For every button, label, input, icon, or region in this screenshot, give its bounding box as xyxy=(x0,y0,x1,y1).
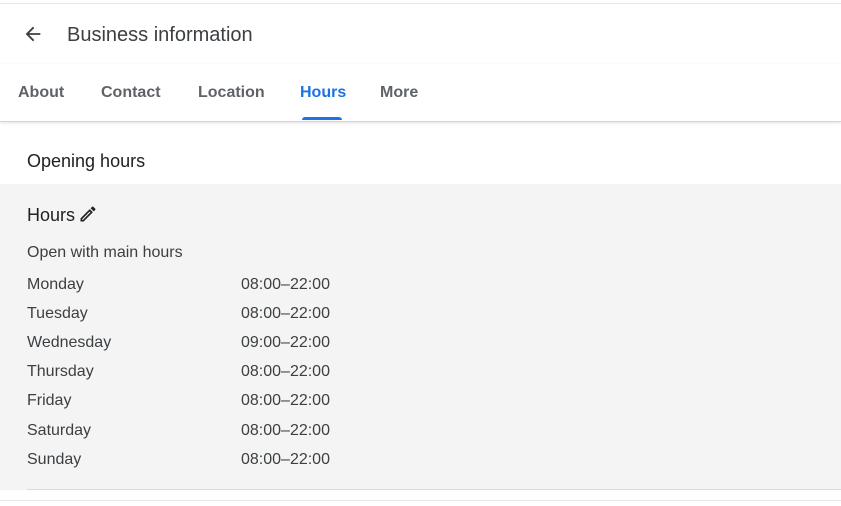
day-hours: 08:00–22:00 xyxy=(241,422,330,439)
section-title: Opening hours xyxy=(27,151,146,171)
day-name: Friday xyxy=(27,392,72,409)
day-name: Monday xyxy=(27,276,84,293)
day-name: Sunday xyxy=(27,451,82,468)
business-information-page: Business information About Contact Locat… xyxy=(0,0,841,506)
day-hours: 08:00–22:00 xyxy=(241,363,330,380)
tab-hours[interactable]: Hours xyxy=(300,83,346,103)
card-divider xyxy=(27,489,841,490)
back-button[interactable] xyxy=(16,17,50,51)
day-hours: 08:00–22:00 xyxy=(241,392,330,409)
tab-more[interactable]: More xyxy=(380,83,418,103)
day-name: Wednesday xyxy=(27,334,112,351)
day-name: Thursday xyxy=(27,363,94,380)
hours-row-sunday: Sunday 08:00–22:00 xyxy=(27,450,427,470)
tab-about[interactable]: About xyxy=(18,83,64,103)
active-tab-indicator xyxy=(302,117,342,120)
tab-location[interactable]: Location xyxy=(198,83,265,103)
page-title: Business information xyxy=(67,24,253,46)
pencil-icon xyxy=(80,206,96,222)
tab-contact[interactable]: Contact xyxy=(101,83,161,103)
hours-row-friday: Friday 08:00–22:00 xyxy=(27,391,427,411)
day-name: Saturday xyxy=(27,422,92,439)
hours-row-thursday: Thursday 08:00–22:00 xyxy=(27,362,427,382)
bottom-divider xyxy=(0,500,841,501)
hours-row-wednesday: Wednesday 09:00–22:00 xyxy=(27,333,427,353)
arrow-back-icon xyxy=(25,26,41,42)
hours-heading: Hours xyxy=(27,205,76,225)
day-hours: 08:00–22:00 xyxy=(241,276,330,293)
hours-row-monday: Monday 08:00–22:00 xyxy=(27,275,427,295)
hours-row-tuesday: Tuesday 08:00–22:00 xyxy=(27,304,427,324)
day-hours: 08:00–22:00 xyxy=(241,305,330,322)
header: Business information xyxy=(0,4,841,64)
hours-subtitle: Open with main hours xyxy=(27,244,183,261)
edit-hours-button[interactable] xyxy=(78,204,98,224)
day-name: Tuesday xyxy=(27,305,88,322)
day-hours: 08:00–22:00 xyxy=(241,451,330,468)
day-hours: 09:00–22:00 xyxy=(241,334,330,351)
tab-bar: About Contact Location Hours More xyxy=(0,64,841,122)
hours-row-saturday: Saturday 08:00–22:00 xyxy=(27,421,427,441)
